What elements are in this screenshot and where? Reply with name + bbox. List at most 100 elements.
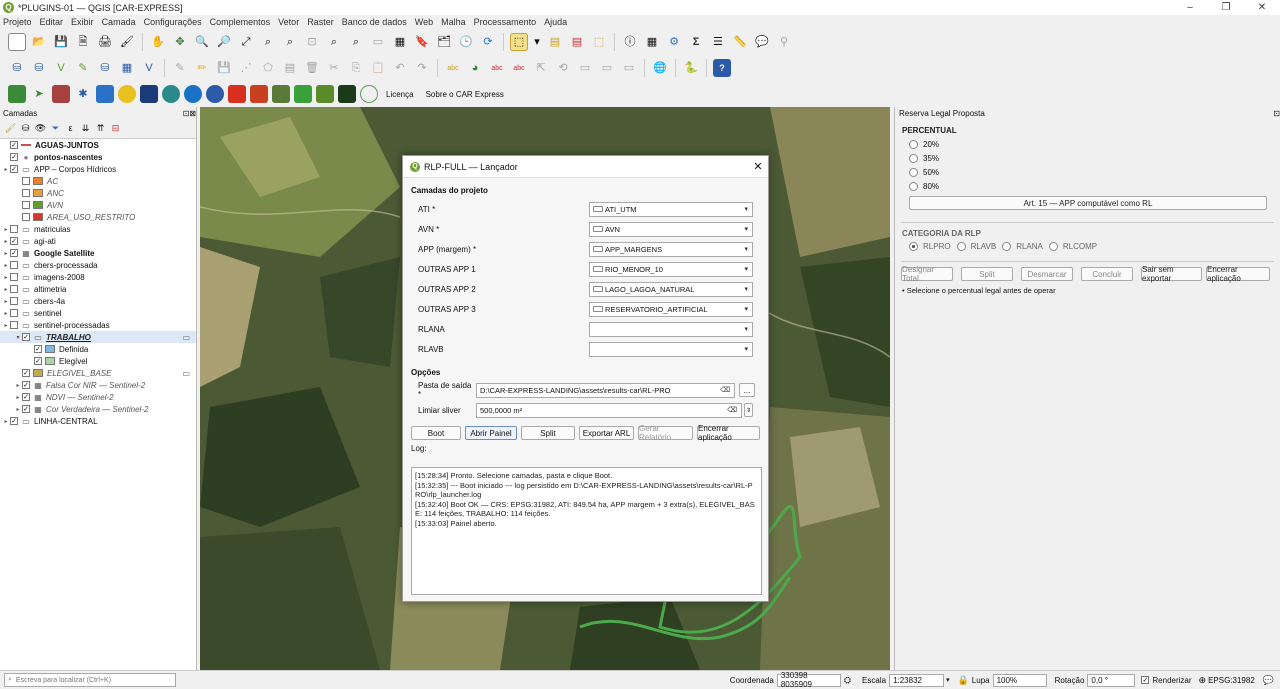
percentual-radio[interactable]: 50% [909, 168, 1280, 177]
python-console-icon[interactable]: 🐍 [682, 59, 700, 77]
expand-arrow-icon[interactable]: ▸ [2, 310, 10, 317]
plugin-circle-icon[interactable] [360, 85, 378, 103]
layer-combobox[interactable]: APP_MARGENS ▾ [589, 241, 753, 257]
remove-layer-icon[interactable]: ⊟ [109, 122, 122, 135]
zoom-full-icon[interactable]: ⤢ [237, 33, 255, 51]
help-icon[interactable]: ? [713, 59, 731, 77]
undo-icon[interactable]: ↶ [391, 59, 409, 77]
layer-row[interactable]: ▸ ✓ ▦ NDVI — Sentinel-2 [0, 391, 196, 403]
temporal-icon[interactable]: 🕒 [457, 33, 475, 51]
manage-visibility-icon[interactable]: 👁 [34, 122, 47, 135]
menu-item[interactable]: Processamento [474, 17, 537, 27]
menu-item[interactable]: Web [415, 17, 433, 27]
label-props-icon[interactable]: ▭ [598, 59, 616, 77]
edit-pencil-icon[interactable]: ✎ [171, 59, 189, 77]
data-source-manager-icon[interactable]: ⛁ [8, 59, 26, 77]
layer-checkbox[interactable] [10, 261, 18, 269]
dialog-btn-exportar-arl[interactable]: Exportar ARL [579, 426, 634, 440]
layer-checkbox[interactable]: ✓ [22, 405, 30, 413]
expand-arrow-icon[interactable]: ▸ [14, 406, 22, 413]
layer-checkbox[interactable]: ✓ [10, 165, 18, 173]
radio-circle[interactable] [909, 154, 918, 163]
expand-arrow-icon[interactable]: ▸ [2, 322, 10, 329]
plugin-terrain-icon[interactable] [272, 85, 290, 103]
categoria-radio[interactable]: RLANA [1002, 242, 1043, 251]
plugin-red-icon[interactable] [250, 85, 268, 103]
layer-row[interactable]: AC [0, 175, 196, 187]
label-icon[interactable]: abc [444, 59, 462, 77]
layer-combobox[interactable]: AVN ▾ [589, 221, 753, 237]
layer-checkbox[interactable]: ✓ [34, 345, 42, 353]
layer-checkbox[interactable] [10, 309, 18, 317]
vertex-tool-icon[interactable]: ⬠ [259, 59, 277, 77]
delete-icon[interactable]: 🗑 [303, 59, 321, 77]
rotacao-input[interactable]: 0,0 ° [1087, 673, 1136, 687]
zoom-native-icon[interactable]: ⊡ [303, 33, 321, 51]
layer-row[interactable]: ✓ ELEGIVEL_BASE ▭ [0, 367, 196, 379]
layer-row[interactable]: ▸ ✓ ▭ APP – Corpos Hídricos [0, 163, 196, 175]
filter-legend-icon[interactable]: ⏷ [49, 122, 62, 135]
toggle-edit-icon[interactable]: ✏ [193, 59, 211, 77]
plugin-sun-icon[interactable] [118, 85, 136, 103]
save-as-icon[interactable]: 🗎 [74, 33, 92, 51]
zoom-layer-icon[interactable]: ⌕ [281, 33, 299, 51]
coordenada-input[interactable]: 330398 8035909 [776, 671, 841, 689]
field-calculator-icon[interactable]: ☰ [709, 33, 727, 51]
expand-arrow-icon[interactable]: ▸ [2, 298, 10, 305]
categoria-radio[interactable]: RLAVB [956, 242, 996, 251]
percentual-radio[interactable]: 20% [909, 140, 1280, 149]
map-tips-icon[interactable]: ⚲ [775, 33, 793, 51]
sobre-link[interactable]: Sobre o CAR Express [426, 90, 504, 99]
bookmark-icon[interactable]: 🔖 [413, 33, 431, 51]
show-labels-icon[interactable]: abc [510, 59, 528, 77]
menu-item[interactable]: Raster [307, 17, 334, 27]
new-project-icon[interactable] [8, 33, 26, 51]
plugin-q-icon[interactable] [184, 85, 202, 103]
layer-row[interactable]: ANC [0, 187, 196, 199]
plugin-puzzle-icon[interactable]: ✱ [74, 85, 92, 103]
layer-checkbox[interactable]: ✓ [22, 381, 30, 389]
layer-checkbox[interactable] [10, 273, 18, 281]
layer-row[interactable]: ▸ ✓ ▦ Cor Verdadeira — Sentinel-2 [0, 403, 196, 415]
layer-row[interactable]: ▸ ✓ ▦ Falsa Cor NIR — Sentinel-2 [0, 379, 196, 391]
plugin-leaf-icon[interactable]: ➤ [30, 85, 48, 103]
radio-circle[interactable] [909, 168, 918, 177]
menu-item[interactable]: Malha [441, 17, 466, 27]
dialog-btn-gerar-relat-rio[interactable]: Gerar Relatório [638, 424, 693, 442]
select-features-icon[interactable]: ⬚ [510, 33, 528, 51]
refresh-icon[interactable]: ⟳ [479, 33, 497, 51]
attribute-table-icon[interactable]: ▦ [643, 33, 661, 51]
layer-combobox[interactable]: ▾ [589, 321, 753, 337]
layer-row[interactable]: ✓ Elegível [0, 355, 196, 367]
settings-gear-icon[interactable]: ⚙ [665, 33, 683, 51]
menu-item[interactable]: Exibir [71, 17, 94, 27]
expand-arrow-icon[interactable]: ▸ [2, 274, 10, 281]
annotation-icon[interactable]: 💬 [753, 33, 771, 51]
expand-arrow-icon[interactable]: ▸ [2, 250, 10, 257]
epsg-label[interactable]: EPSG:31982 [1208, 676, 1255, 685]
layer-checkbox[interactable]: ✓ [10, 141, 18, 149]
zoom-out-icon[interactable]: 🔎 [215, 33, 233, 51]
layer-checkbox[interactable]: ✓ [22, 393, 30, 401]
menu-item[interactable]: Projeto [3, 17, 32, 27]
layer-row[interactable]: ▸ ▭ altimetria [0, 283, 196, 295]
menu-item[interactable]: Camada [102, 17, 136, 27]
layer-row[interactable]: ▸ ▭ matriculas [0, 223, 196, 235]
layer-row[interactable]: ▸ ▭ cbers-4a [0, 295, 196, 307]
layer-checkbox[interactable] [22, 177, 30, 185]
layer-row[interactable]: ▸ ▭ sentinel [0, 307, 196, 319]
layer-row[interactable]: ▸ ✓ ▭ LINHA-CENTRAL [0, 415, 196, 427]
paste-icon[interactable]: 📋 [369, 59, 387, 77]
menu-item[interactable]: Banco de dados [342, 17, 407, 27]
style-layer-icon[interactable]: 🖌 [4, 122, 17, 135]
expand-arrow-icon[interactable]: ▸ [2, 238, 10, 245]
radio-circle[interactable] [909, 242, 918, 251]
layer-checkbox[interactable]: ✓ [10, 249, 18, 257]
zoom-last-icon[interactable]: ⌕ [325, 33, 343, 51]
browse-button[interactable]: ... [739, 383, 755, 397]
zoom-in-icon[interactable]: 🔍 [193, 33, 211, 51]
lupa-input[interactable]: 100% [992, 673, 1047, 687]
add-spatialite-icon[interactable]: ✎ [74, 59, 92, 77]
radio-circle[interactable] [909, 182, 918, 191]
limiar-input[interactable]: 500,0000 m² ⌫ [476, 402, 742, 418]
